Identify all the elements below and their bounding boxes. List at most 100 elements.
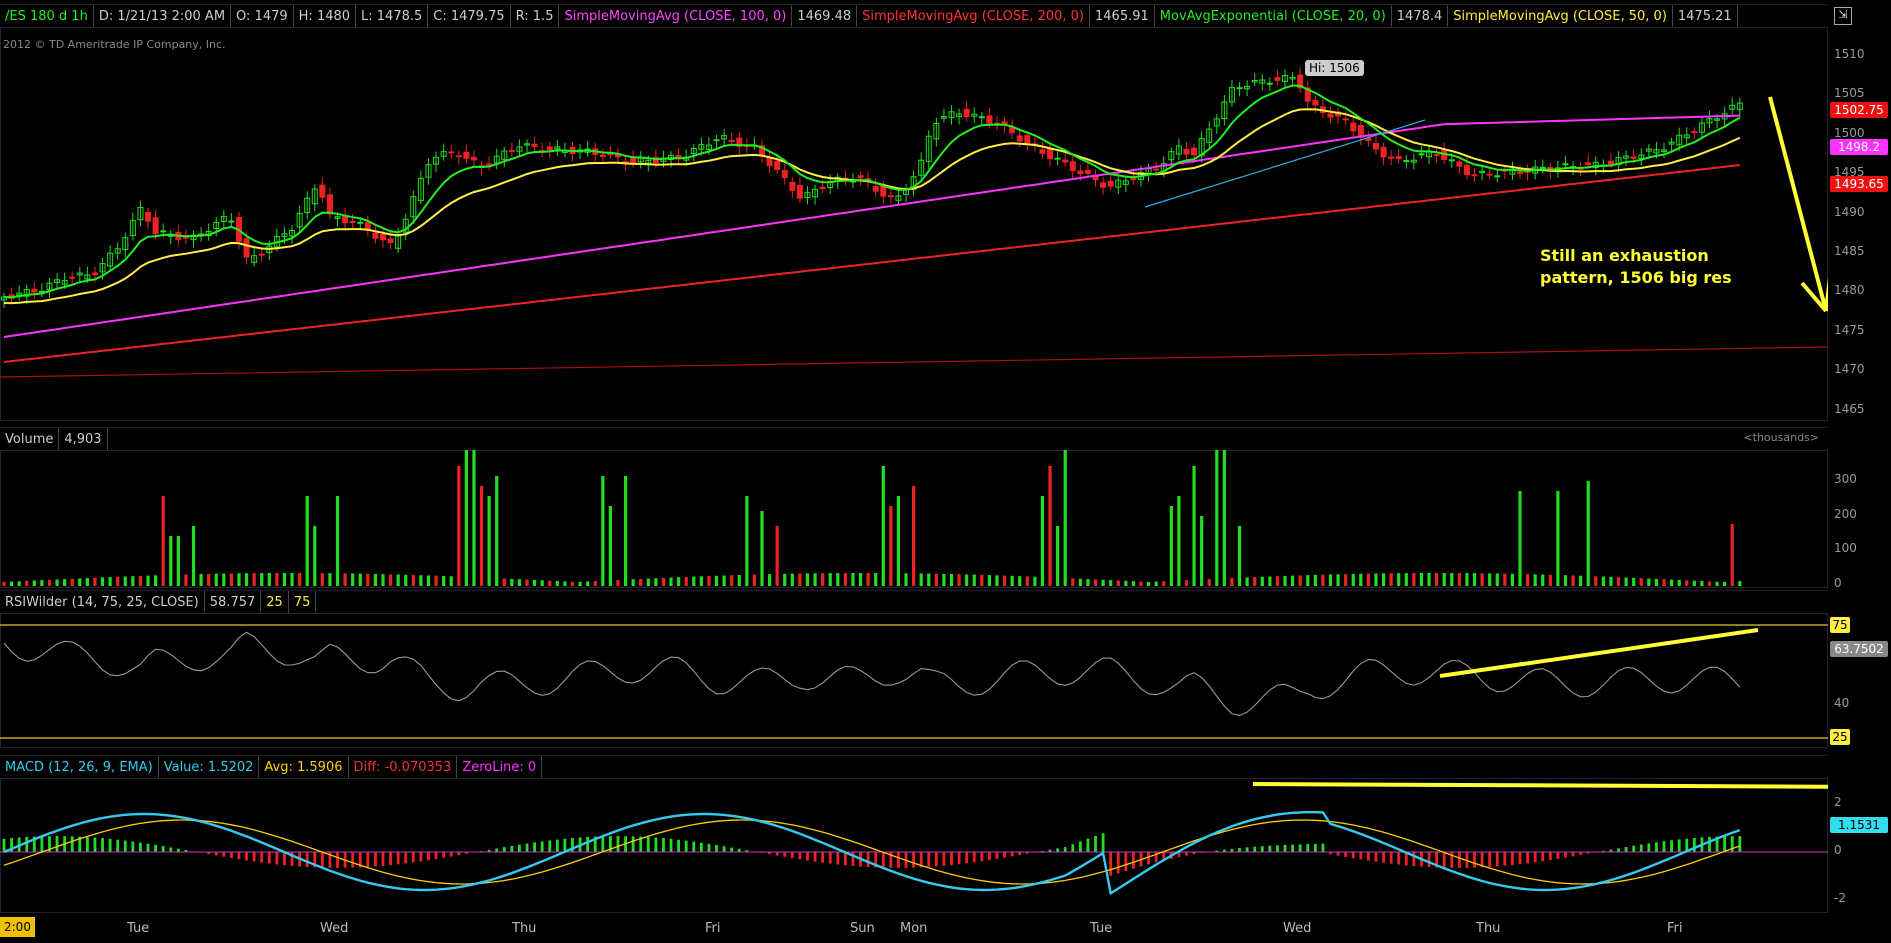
- volume-bar: [502, 578, 506, 586]
- candle: [1069, 161, 1076, 172]
- price-study-header: /ES 180 d 1h D: 1/21/13 2:00 AM O: 1479 …: [0, 4, 1828, 28]
- macd-label[interactable]: MACD (12, 26, 9, EMA): [0, 756, 159, 778]
- candle: [1607, 160, 1614, 165]
- last-price-tag: 1502.75: [1830, 102, 1888, 118]
- volume-bar: [707, 576, 711, 586]
- macd-histogram-bar: [1124, 852, 1128, 871]
- volume-bar: [191, 526, 196, 586]
- volume-bar: [1700, 581, 1704, 586]
- macd-histogram-bar: [950, 852, 953, 866]
- volume-bar: [1245, 577, 1249, 586]
- macd-histogram-bar: [631, 836, 635, 852]
- macd-histogram-bar: [108, 838, 112, 852]
- volume-bar: [426, 575, 431, 586]
- volume-bar: [1063, 450, 1067, 586]
- volume-bar: [1397, 573, 1401, 586]
- macd-histogram: [2, 833, 1742, 876]
- volume-bar: [298, 573, 302, 586]
- candle: [228, 220, 235, 223]
- expand-icon[interactable]: ⇲: [1834, 7, 1852, 25]
- volume-bar: [730, 575, 734, 586]
- volume-bar: [987, 575, 991, 586]
- macd-histogram-bar: [775, 852, 779, 856]
- time-axis[interactable]: [0, 917, 1891, 943]
- volume-bar: [419, 575, 423, 586]
- volume-bar: [639, 578, 643, 586]
- macd-histogram-bar: [1495, 852, 1499, 867]
- sma200-label[interactable]: SimpleMovingAvg (CLOSE, 200, 0): [857, 5, 1091, 27]
- macd-histogram-bar: [912, 852, 915, 868]
- macd-histogram-bar: [1670, 840, 1673, 852]
- candle: [1388, 156, 1395, 159]
- rsi-axis[interactable]: [1828, 613, 1891, 748]
- annotation-text: Still an exhaustion pattern, 1506 big re…: [1540, 245, 1732, 289]
- volume-bar: [1601, 576, 1605, 586]
- sma100-label[interactable]: SimpleMovingAvg (CLOSE, 100, 0): [559, 5, 793, 27]
- volume-bar: [1381, 573, 1386, 586]
- candle: [728, 139, 735, 142]
- volume-bar: [1162, 581, 1166, 586]
- volume-bar: [1215, 450, 1219, 586]
- volume-bar: [17, 581, 21, 586]
- macd-histogram-bar: [1374, 852, 1378, 862]
- macd-histogram-bar: [1639, 844, 1643, 852]
- volume-label[interactable]: Volume: [0, 428, 60, 450]
- volume-bar: [404, 574, 408, 586]
- volume-bar: [851, 573, 855, 586]
- macd-histogram-bar: [1306, 844, 1310, 852]
- candle: [508, 149, 515, 152]
- volume-bar: [927, 573, 931, 586]
- candle: [1418, 153, 1425, 156]
- volume-bar: [199, 574, 203, 586]
- volume-bar: [32, 580, 36, 586]
- volume-bar: [1192, 466, 1196, 586]
- volume-bar: [1154, 581, 1158, 586]
- rsi-label[interactable]: RSIWilder (14, 75, 25, CLOSE): [0, 591, 205, 613]
- symbol-label[interactable]: /ES 180 d 1h: [0, 5, 94, 27]
- sma50-label[interactable]: SimpleMovingAvg (CLOSE, 50, 0): [1448, 5, 1673, 27]
- volume-bar: [2, 582, 6, 586]
- macd-histogram-bar: [495, 848, 499, 852]
- bar-date: D: 1/21/13 2:00 AM: [94, 5, 232, 27]
- candle: [1047, 148, 1054, 160]
- candle: [1016, 135, 1023, 142]
- volume-bar: [714, 575, 719, 586]
- volume-bar: [1298, 575, 1302, 586]
- volume-bar: [1472, 573, 1477, 586]
- candle: [819, 186, 826, 189]
- volume-bar: [821, 573, 825, 586]
- macd-histogram-bar: [1442, 852, 1446, 868]
- volume-bar: [1116, 580, 1120, 586]
- volume-bar: [692, 576, 696, 586]
- macd-histogram-bar: [722, 846, 726, 852]
- volume-bar: [487, 496, 491, 586]
- macd-histogram-bar: [518, 844, 521, 852]
- bar-open: O: 1479: [231, 5, 294, 27]
- macd-histogram-bar: [1268, 845, 1272, 852]
- sma100-tag: 1498.2: [1830, 139, 1888, 155]
- macd-histogram-bar: [601, 836, 605, 852]
- macd-zeroline: ZeroLine: 0: [457, 756, 543, 778]
- candle: [1039, 149, 1046, 154]
- macd-histogram-bar: [684, 840, 688, 852]
- volume-bar: [290, 573, 294, 586]
- volume-bar: [517, 579, 522, 586]
- volume-bar: [214, 573, 218, 586]
- macd-tick-top: 2: [1834, 795, 1842, 809]
- price-tick: 1475: [1834, 322, 1865, 337]
- macd-histogram-bar: [533, 842, 536, 852]
- day-label: Mon: [900, 921, 928, 936]
- macd-histogram-bar: [866, 852, 870, 868]
- candle: [789, 181, 796, 191]
- macd-histogram-bar: [123, 840, 127, 852]
- volume-bar: [1677, 579, 1681, 586]
- candle: [630, 157, 637, 164]
- candle: [1456, 161, 1463, 167]
- ema20-label[interactable]: MovAvgExponential (CLOSE, 20, 0): [1155, 5, 1392, 27]
- volume-bar: [1109, 580, 1113, 586]
- candle: [372, 232, 379, 239]
- volume-bar: [813, 573, 817, 586]
- candle: [1433, 154, 1440, 157]
- volume-value: 4,903: [59, 428, 108, 450]
- candle: [1471, 174, 1478, 177]
